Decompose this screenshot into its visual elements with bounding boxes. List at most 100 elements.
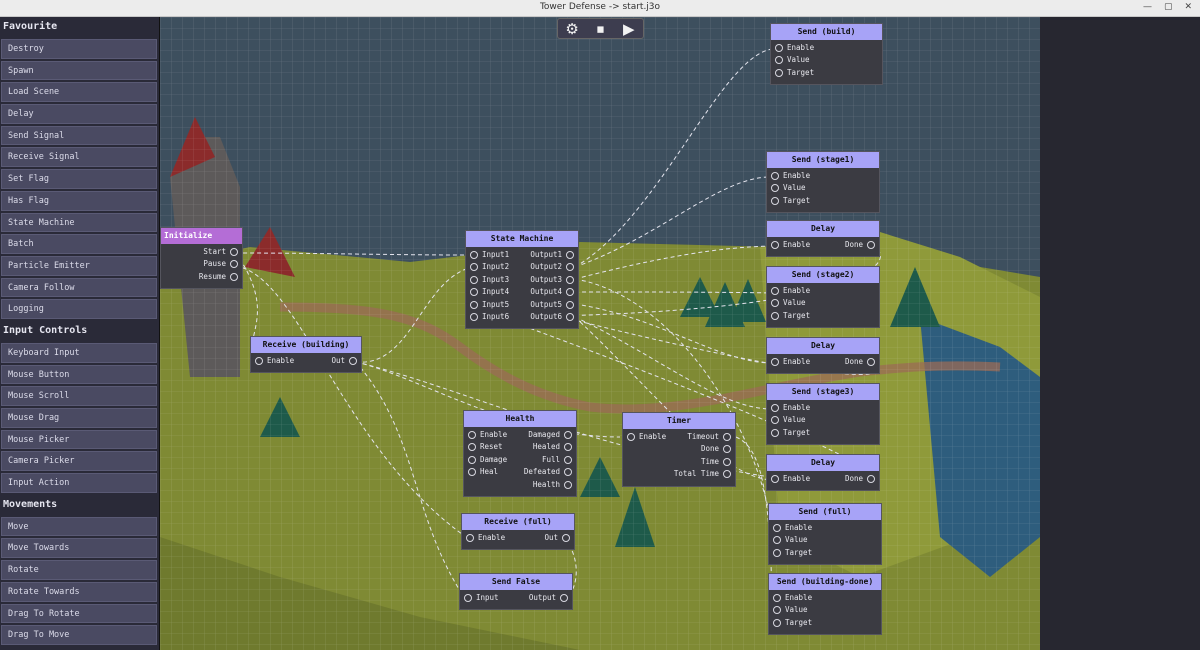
- node-title[interactable]: Send (building-done): [769, 574, 881, 590]
- close-icon[interactable]: ✕: [1184, 2, 1192, 12]
- input-port[interactable]: [773, 524, 781, 532]
- output-port[interactable]: [230, 248, 238, 256]
- node-title[interactable]: Timer: [623, 413, 735, 429]
- node-health[interactable]: Health Enable Damaged Reset Healed Damage Full…: [463, 410, 577, 497]
- sidebar-item[interactable]: Send Signal: [1, 125, 157, 146]
- sidebar-item[interactable]: Input Action: [1, 473, 157, 493]
- output-port[interactable]: [566, 288, 574, 297]
- node-send-stage1[interactable]: Send (stage1) Enable Value Target: [766, 151, 880, 214]
- input-port[interactable]: [771, 416, 779, 425]
- input-port[interactable]: [773, 536, 781, 545]
- sidebar-item[interactable]: State Machine: [1, 212, 157, 233]
- sidebar-item[interactable]: Rotate: [1, 560, 157, 580]
- output-port[interactable]: [566, 251, 574, 259]
- output-port[interactable]: [564, 468, 572, 477]
- input-port[interactable]: [775, 44, 783, 52]
- node-title[interactable]: Send False: [460, 574, 572, 590]
- gear-icon[interactable]: ⚙: [562, 20, 582, 38]
- sidebar-item[interactable]: Receive Signal: [1, 147, 157, 168]
- input-port[interactable]: [470, 312, 478, 321]
- input-port[interactable]: [470, 263, 478, 272]
- node-title[interactable]: Delay: [767, 455, 879, 471]
- output-port[interactable]: [867, 241, 875, 249]
- output-port[interactable]: [564, 455, 572, 464]
- sidebar-item[interactable]: Keyboard Input: [1, 342, 157, 363]
- input-port[interactable]: [470, 288, 478, 297]
- node-title[interactable]: State Machine: [466, 231, 578, 247]
- input-port[interactable]: [773, 548, 781, 557]
- output-port[interactable]: [566, 300, 574, 309]
- node-title[interactable]: Initialize: [161, 228, 242, 244]
- input-port[interactable]: [771, 299, 779, 308]
- output-port[interactable]: [564, 431, 572, 439]
- output-port[interactable]: [349, 357, 357, 365]
- play-icon[interactable]: ▶: [619, 20, 639, 38]
- node-send-full[interactable]: Send (full) Enable Value Target: [768, 503, 882, 566]
- input-port[interactable]: [773, 606, 781, 615]
- input-port[interactable]: [468, 443, 476, 452]
- input-port[interactable]: [771, 241, 779, 249]
- sidebar-item[interactable]: Drag To Move: [1, 625, 157, 645]
- output-port[interactable]: [560, 594, 568, 602]
- sidebar-item[interactable]: Camera Follow: [1, 277, 157, 298]
- input-port[interactable]: [771, 428, 779, 437]
- input-port[interactable]: [775, 68, 783, 77]
- output-port[interactable]: [230, 272, 238, 281]
- node-title[interactable]: Receive (building): [251, 337, 361, 353]
- node-send-false[interactable]: Send False Input Output: [459, 573, 573, 611]
- sidebar-item[interactable]: Logging: [1, 299, 157, 319]
- output-port[interactable]: [867, 475, 875, 483]
- node-title[interactable]: Send (full): [769, 504, 881, 520]
- input-port[interactable]: [470, 275, 478, 284]
- node-title[interactable]: Health: [464, 411, 576, 427]
- input-port[interactable]: [771, 196, 779, 205]
- node-delay1[interactable]: Delay Enable Done: [766, 220, 880, 258]
- output-port[interactable]: [564, 480, 572, 489]
- output-port[interactable]: [723, 445, 731, 454]
- input-port[interactable]: [771, 287, 779, 295]
- node-title[interactable]: Send (stage3): [767, 384, 879, 400]
- output-port[interactable]: [564, 443, 572, 452]
- input-port[interactable]: [470, 251, 478, 259]
- node-title[interactable]: Send (build): [771, 24, 882, 40]
- output-port[interactable]: [230, 260, 238, 269]
- sidebar-item[interactable]: Has Flag: [1, 190, 157, 211]
- output-port[interactable]: [566, 275, 574, 284]
- node-send-build[interactable]: Send (build) Enable Value Target: [770, 23, 883, 86]
- input-port[interactable]: [771, 358, 779, 366]
- input-port[interactable]: [464, 594, 472, 602]
- sidebar-item[interactable]: Move Towards: [1, 538, 157, 559]
- node-send-stage2[interactable]: Send (stage2) Enable Value Target: [766, 266, 880, 329]
- input-port[interactable]: [771, 184, 779, 193]
- sidebar-item[interactable]: Batch: [1, 234, 157, 254]
- input-port[interactable]: [468, 468, 476, 477]
- sidebar-item[interactable]: Mouse Button: [1, 364, 157, 385]
- node-title[interactable]: Send (stage2): [767, 267, 879, 283]
- node-state-machine[interactable]: State Machine Input1 Output1 Input2 Output2 I…: [465, 230, 579, 330]
- input-port[interactable]: [466, 534, 474, 542]
- maximize-icon[interactable]: ▢: [1164, 2, 1173, 12]
- input-port[interactable]: [627, 433, 635, 441]
- sidebar-item[interactable]: Delay: [1, 104, 157, 124]
- input-port[interactable]: [468, 455, 476, 464]
- input-port[interactable]: [771, 404, 779, 412]
- sidebar-item[interactable]: Rotate Towards: [1, 581, 157, 602]
- output-port[interactable]: [566, 263, 574, 272]
- input-port[interactable]: [255, 357, 263, 365]
- output-port[interactable]: [723, 457, 731, 466]
- sidebar-item[interactable]: Destroy: [1, 39, 157, 59]
- sidebar-item[interactable]: Mouse Drag: [1, 408, 157, 428]
- node-send-building-done[interactable]: Send (building-done) Enable Value Target: [768, 573, 882, 636]
- node-receive-full[interactable]: Receive (full) Enable Out: [461, 513, 575, 551]
- node-delay3[interactable]: Delay Enable Done: [766, 454, 880, 492]
- output-port[interactable]: [723, 470, 731, 479]
- node-receive-building[interactable]: Receive (building) Enable Out: [250, 336, 362, 374]
- input-port[interactable]: [468, 431, 476, 439]
- input-port[interactable]: [773, 618, 781, 627]
- sidebar-item[interactable]: Drag To Rotate: [1, 603, 157, 624]
- sidebar-item[interactable]: Set Flag: [1, 169, 157, 189]
- sidebar-item[interactable]: Camera Picker: [1, 451, 157, 472]
- input-port[interactable]: [771, 311, 779, 320]
- input-port[interactable]: [771, 172, 779, 180]
- output-port[interactable]: [566, 312, 574, 321]
